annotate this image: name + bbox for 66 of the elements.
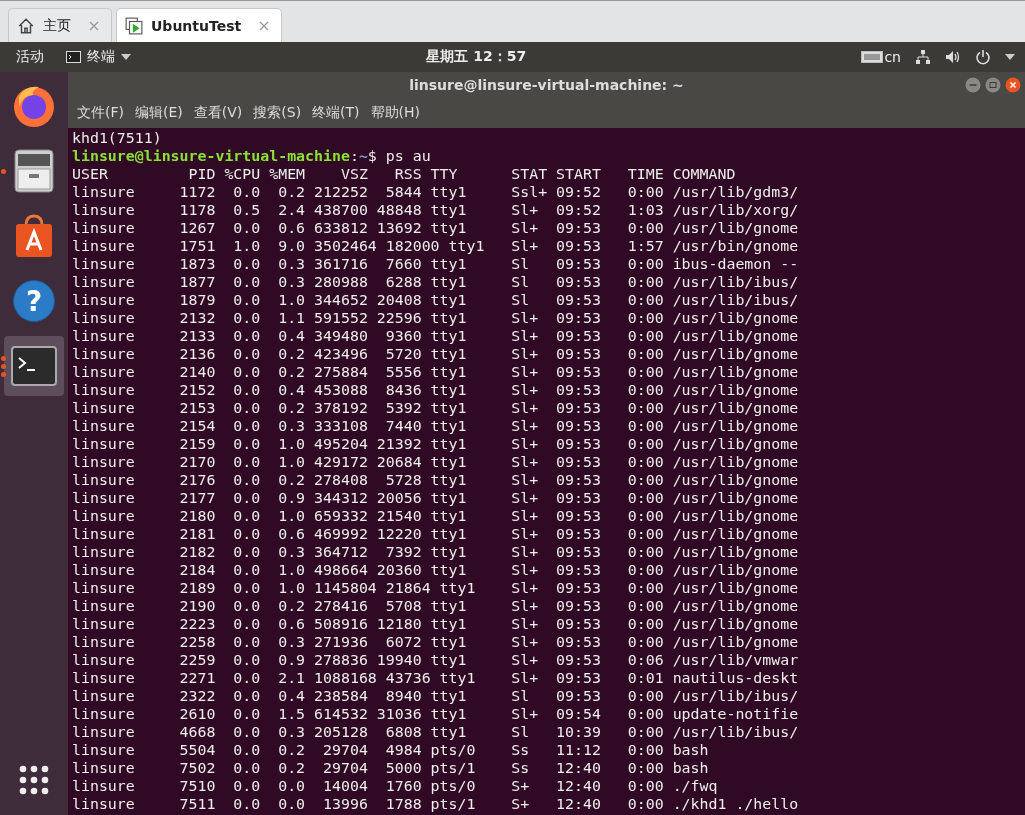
menu-item[interactable]: 编辑(E) bbox=[135, 104, 183, 122]
terminal-output-line: linsure 2154 0.0 0.3 333108 7440 tty1 Sl+ 09:53 0:00 /usr/lib/gnome bbox=[72, 417, 799, 435]
terminal-output-line: linsure 7510 0.0 0.0 14004 1760 pts/0 S+ 12:40 0:00 ./fwq bbox=[72, 777, 718, 795]
terminal-output-line: linsure 1879 0.0 1.0 344652 20408 tty1 Sl 09:53 0:00 /usr/lib/ibus/ bbox=[72, 291, 799, 309]
terminal-output-line: linsure 2136 0.0 0.2 423496 5720 tty1 Sl+ 09:53 0:00 /usr/lib/gnome bbox=[72, 345, 799, 363]
terminal-icon bbox=[66, 51, 81, 63]
terminal-output-line: linsure 5504 0.0 0.2 29704 4984 pts/0 Ss 11:12 0:00 bash bbox=[72, 741, 709, 759]
help-icon[interactable]: ? bbox=[13, 280, 55, 322]
caret-icon[interactable] bbox=[1005, 54, 1015, 60]
terminal-output-line: linsure 2180 0.0 1.0 659332 21540 tty1 Sl+ 09:53 0:00 /usr/lib/gnome bbox=[72, 507, 799, 525]
menu-item[interactable]: 帮助(H) bbox=[370, 104, 421, 122]
menu-item[interactable]: 搜索(S) bbox=[253, 104, 302, 122]
activities-button[interactable]: 活动 bbox=[16, 48, 44, 66]
terminal-output-line: linsure 2159 0.0 1.0 495204 21392 tty1 Sl+ 09:53 0:00 /usr/lib/gnome bbox=[72, 435, 799, 453]
minimize-button[interactable] bbox=[965, 77, 981, 93]
terminal-output-line: linsure 2177 0.0 0.9 344312 20056 tty1 Sl+ 09:53 0:00 /usr/lib/gnome bbox=[72, 489, 799, 507]
terminal-output-line: linsure 2322 0.0 0.4 238584 8940 tty1 Sl 09:53 0:00 /usr/lib/ibus/ bbox=[72, 687, 799, 705]
terminal-output-line: linsure 2190 0.0 0.2 278416 5708 tty1 Sl+ 09:53 0:00 /usr/lib/gnome bbox=[72, 597, 799, 615]
network-icon[interactable] bbox=[915, 49, 931, 65]
app-grid-icon[interactable] bbox=[18, 764, 50, 796]
terminal-output-line: linsure 2181 0.0 0.6 469992 12220 tty1 Sl+ 09:53 0:00 /usr/lib/gnome bbox=[72, 525, 799, 543]
close-button[interactable] bbox=[1005, 77, 1021, 93]
terminal-output-line: linsure 1877 0.0 0.3 280988 6288 tty1 Sl 09:53 0:00 /usr/lib/ibus/ bbox=[72, 273, 799, 291]
terminal-output-line: linsure 1172 0.0 0.2 212252 5844 tty1 Ssl+ 09:52 0:00 /usr/lib/gdm3/ bbox=[72, 183, 799, 201]
caret-icon[interactable] bbox=[121, 54, 131, 60]
file-cabinet-icon[interactable] bbox=[12, 148, 56, 194]
app-menu[interactable]: 终端 bbox=[87, 48, 115, 66]
power-icon[interactable] bbox=[975, 49, 991, 65]
terminal-output-line: linsure 2610 0.0 1.5 614532 31036 tty1 Sl+ 09:54 0:00 update-notifie bbox=[72, 705, 799, 723]
terminal-output-line: linsure 2258 0.0 0.3 271936 6072 tty1 Sl+ 09:53 0:00 /usr/lib/gnome bbox=[72, 633, 799, 651]
vm-tab[interactable]: 主页 bbox=[8, 8, 112, 42]
vm-tab[interactable]: UbuntuTest bbox=[116, 8, 283, 42]
terminal-output-line: linsure 2140 0.0 0.2 275884 5556 tty1 Sl+ 09:53 0:00 /usr/lib/gnome bbox=[72, 363, 799, 381]
window-title: linsure@linsure-virtual-machine: ~ bbox=[408, 77, 685, 93]
terminal-output-line: linsure 2152 0.0 0.4 453088 8436 tty1 Sl+ 09:53 0:00 /usr/lib/gnome bbox=[72, 381, 799, 399]
terminal-output-line: linsure 2189 0.0 1.0 1145804 21864 tty1 Sl+ 09:53 0:00 /usr/lib/gnome bbox=[72, 579, 799, 597]
volume-icon[interactable] bbox=[945, 50, 961, 64]
terminal-output-line: linsure 2184 0.0 1.0 498664 20360 tty1 Sl+ 09:53 0:00 /usr/lib/gnome bbox=[72, 561, 799, 579]
terminal-output-line: linsure 2271 0.0 2.1 1088168 43736 tty1 Sl+ 09:53 0:01 nautilus-deskt bbox=[72, 669, 799, 687]
prompt-line: linsure@linsure-virtual-machine:~$ ps au bbox=[72, 147, 431, 165]
clock[interactable]: 星期五 12：57 bbox=[131, 48, 862, 66]
menu-item[interactable]: 文件(F) bbox=[77, 104, 124, 122]
home-icon bbox=[17, 16, 35, 35]
close-icon[interactable] bbox=[259, 20, 270, 31]
terminal-output-line: linsure 2153 0.0 0.2 378192 5392 tty1 Sl+ 09:53 0:00 /usr/lib/gnome bbox=[72, 399, 799, 417]
menu-item[interactable]: 查看(V) bbox=[193, 104, 243, 122]
vm-icon bbox=[125, 16, 143, 35]
terminal-icon[interactable] bbox=[11, 346, 57, 386]
terminal-output-line: linsure 2170 0.0 1.0 429172 20684 tty1 Sl+ 09:53 0:00 /usr/lib/gnome bbox=[72, 453, 799, 471]
terminal-output-line: linsure 1178 0.5 2.4 438700 48848 tty1 Sl+ 09:52 1:03 /usr/lib/xorg/ bbox=[72, 201, 799, 219]
terminal-output-line: linsure 2182 0.0 0.3 364712 7392 tty1 Sl+ 09:53 0:00 /usr/lib/gnome bbox=[72, 543, 799, 561]
terminal-output-line: linsure 1873 0.0 0.3 361716 7660 tty1 Sl 09:53 0:00 ibus-daemon -- bbox=[72, 255, 799, 273]
terminal-output-line: linsure 2259 0.0 0.9 278836 19940 tty1 Sl+ 09:53 0:06 /usr/lib/vmwar bbox=[72, 651, 799, 669]
terminal-output-line: linsure 2132 0.0 1.1 591552 22596 tty1 Sl+ 09:53 0:00 /usr/lib/gnome bbox=[72, 309, 799, 327]
terminal-output-line: linsure 7511 0.0 0.0 13996 1788 pts/1 S+ 12:40 0:00 ./khd1 ./hello bbox=[72, 795, 799, 813]
terminal-output-line: linsure 2176 0.0 0.2 278408 5728 tty1 Sl+ 09:53 0:00 /usr/lib/gnome bbox=[72, 471, 799, 489]
terminal-output-line: linsure 1751 1.0 9.0 3502464 182000 tty1 Sl+ 09:53 1:57 /usr/bin/gnome bbox=[72, 237, 799, 255]
menu-item[interactable]: 终端(T) bbox=[312, 104, 360, 122]
terminal-output-line: linsure 2223 0.0 0.6 508916 12180 tty1 Sl+ 09:53 0:00 /usr/lib/gnome bbox=[72, 615, 799, 633]
terminal-output-line: linsure 1267 0.0 0.6 633812 13692 tty1 Sl+ 09:53 0:00 /usr/lib/gnome bbox=[72, 219, 799, 237]
terminal-output-line: USER PID %CPU %MEM VSZ RSS TTY STAT START TIME COMMAND bbox=[72, 165, 736, 183]
input-method-indicator[interactable]: cn bbox=[861, 49, 901, 65]
terminal-output-line: linsure 7502 0.0 0.2 29704 5000 pts/1 Ss 12:40 0:00 bash bbox=[72, 759, 709, 777]
terminal-output-line: linsure 4668 0.0 0.3 205128 6808 tty1 Sl 10:39 0:00 /usr/lib/ibus/ bbox=[72, 723, 799, 741]
terminal-output-line: linsure 2133 0.0 0.4 349480 9360 tty1 Sl+ 09:53 0:00 /usr/lib/gnome bbox=[72, 327, 799, 345]
terminal-output-line: khd1(7511) bbox=[72, 129, 162, 147]
